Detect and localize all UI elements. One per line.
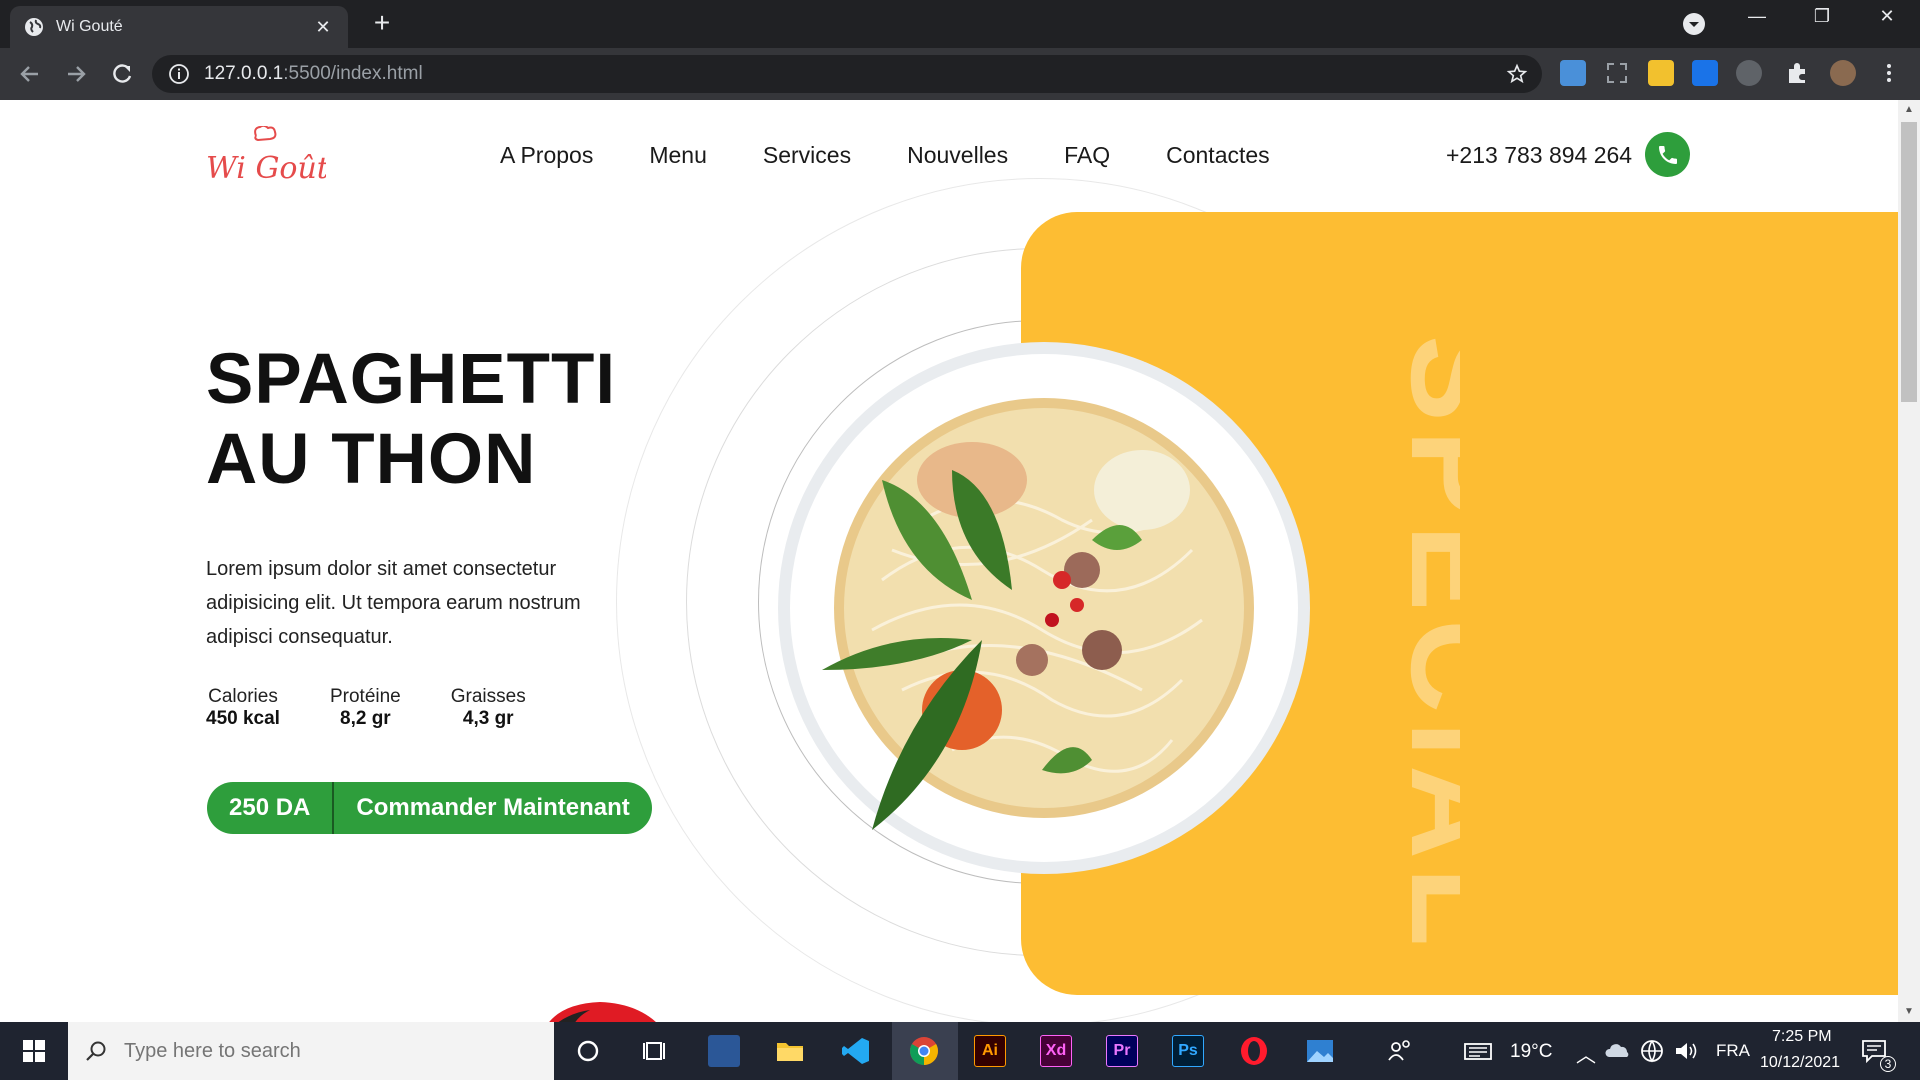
back-icon[interactable] [16,60,44,88]
scroll-up-icon[interactable]: ▲ [1903,104,1915,116]
search-input[interactable] [124,1039,504,1063]
scroll-down-icon[interactable]: ▼ [1903,1006,1915,1018]
nav-link-faq[interactable]: FAQ [1064,142,1110,169]
photoshop-icon[interactable]: Ps [1172,1035,1204,1067]
extension-fullscreen-icon[interactable] [1604,60,1630,86]
url-host: 127.0.0.1 [204,63,284,84]
search-icon [86,1041,106,1061]
hero-title: SPAGHETTI AU THON [206,340,616,500]
nav-link-contactes[interactable]: Contactes [1166,142,1270,169]
extension-round-icon[interactable] [1736,60,1762,86]
page-scrollbar[interactable]: ▲ ▼ [1898,100,1920,1022]
extension-blue-icon[interactable] [1692,60,1718,86]
stat-protein: Protéine 8,2 gr [330,686,401,730]
call-button[interactable] [1645,132,1690,177]
page-viewport: SPECIAL Wi Goûté A Propos Menu Services … [0,100,1898,1022]
svg-text:Wi Goûté: Wi Goûté [206,151,326,184]
premiere-label: Pr [1113,1042,1131,1059]
browser-tab[interactable]: Wi Gouté ✕ [10,6,348,48]
stat-value: 8,2 gr [340,708,391,729]
extension-translate-icon[interactable] [1560,60,1586,86]
main-nav: A Propos Menu Services Nouvelles FAQ Con… [500,142,1270,169]
onedrive-icon[interactable] [1604,1035,1632,1067]
url-path: :5500/index.html [283,63,423,84]
scrollbar-thumb[interactable] [1901,122,1917,402]
extensions-puzzle-icon[interactable] [1784,60,1810,86]
windows-start-icon[interactable] [22,1039,46,1063]
photoshop-label: Ps [1178,1042,1198,1059]
browser-toolbar: 127.0.0.1:5500/index.html [0,48,1920,100]
next-dish-image [549,1002,656,1022]
address-bar[interactable]: 127.0.0.1:5500/index.html [152,55,1542,93]
hero-description: Lorem ipsum dolor sit amet consectetur a… [206,558,581,648]
weather-icon[interactable] [1462,1035,1494,1067]
svg-text:SPECIAL: SPECIAL [1384,335,1460,954]
language-indicator[interactable]: FRA [1716,1041,1750,1061]
nav-link-menu[interactable]: Menu [649,142,707,169]
hero-title-line2: AU THON [206,420,537,499]
illustrator-icon[interactable]: Ai [974,1035,1006,1067]
stat-value: 450 kcal [206,708,280,729]
hero-title-line1: SPAGHETTI [206,340,617,419]
task-view-icon[interactable] [640,1035,672,1067]
stat-label: Calories [208,686,278,707]
nav-link-services[interactable]: Services [763,142,851,169]
chrome-icon[interactable] [908,1035,940,1067]
tab-search-icon[interactable] [1682,12,1706,36]
windows-taskbar: Ai Xd Pr Ps 19°C ︿ FRA 7:25 PM 10/12/202… [0,1022,1920,1080]
nutrition-stats: Calories 450 kcal Protéine 8,2 gr Graiss… [206,686,526,730]
phone-number: +213 783 894 264 [1446,142,1633,168]
close-tab-icon[interactable]: ✕ [312,17,334,38]
browser-tab-bar: Wi Gouté ✕ + — ❐ ✕ [0,0,1920,48]
site-info-icon[interactable] [168,63,190,85]
network-globe-icon[interactable] [1638,1035,1666,1067]
more-menu-icon[interactable] [1876,60,1902,86]
xd-label: Xd [1045,1042,1067,1059]
nav-link-a-propos[interactable]: A Propos [500,142,593,169]
tray-overflow-icon[interactable]: ︿ [1576,1039,1596,1068]
people-icon[interactable] [1384,1035,1416,1067]
reload-icon[interactable] [108,60,136,88]
window-close-icon[interactable]: ✕ [1867,6,1907,27]
photos-icon[interactable] [1304,1035,1336,1067]
xd-icon[interactable]: Xd [1040,1035,1072,1067]
phone-icon [1658,145,1677,164]
brand-logo[interactable]: Wi Goûté [206,126,326,184]
weather-temperature[interactable]: 19°C [1510,1041,1552,1063]
taskbar-search[interactable] [68,1022,554,1080]
stat-calories: Calories 450 kcal [206,686,280,730]
news-widget-icon[interactable] [708,1035,740,1067]
cortana-icon[interactable] [572,1035,604,1067]
vscode-icon[interactable] [840,1035,872,1067]
extension-k-icon[interactable] [1648,60,1674,86]
food-bowl-image [778,342,1310,874]
order-button[interactable]: 250 DA Commander Maintenant [207,782,652,834]
new-tab-button[interactable]: + [368,9,396,38]
clock-date[interactable]: 10/12/2021 [1760,1054,1840,1072]
premiere-icon[interactable]: Pr [1106,1035,1138,1067]
stat-value: 4,3 gr [462,708,514,729]
profile-avatar[interactable] [1830,60,1856,86]
stat-label: Graisses [450,686,526,707]
clock-time[interactable]: 7:25 PM [1772,1028,1832,1046]
minimize-icon[interactable]: — [1737,6,1777,27]
opera-icon[interactable] [1238,1035,1270,1067]
file-explorer-icon[interactable] [774,1035,806,1067]
bookmark-star-icon[interactable] [1506,63,1528,85]
illustrator-label: Ai [982,1042,998,1059]
restore-icon[interactable]: ❐ [1802,6,1842,27]
globe-icon [25,18,43,36]
volume-icon[interactable] [1672,1035,1700,1067]
order-now-label: Commander Maintenant [356,794,630,821]
tab-title: Wi Gouté [56,18,123,35]
nav-link-nouvelles[interactable]: Nouvelles [907,142,1008,169]
stat-label: Protéine [329,686,401,707]
stat-fat: Graisses 4,3 gr [451,686,526,730]
price-label: 250 DA [207,782,335,834]
forward-icon[interactable] [62,60,90,88]
notification-count-badge: 3 [1880,1056,1896,1072]
